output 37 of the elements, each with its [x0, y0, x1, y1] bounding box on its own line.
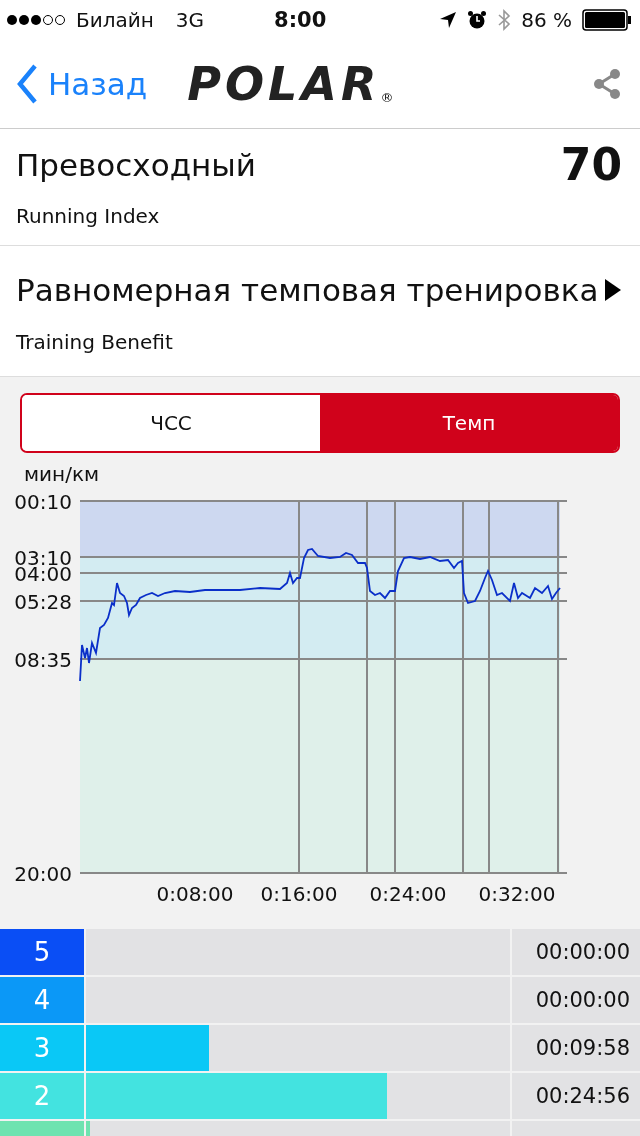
zone-time: 00:24:56 [512, 1073, 640, 1119]
bluetooth-icon [497, 9, 512, 31]
axis-unit: мин/км [24, 462, 100, 486]
chart-tab[interactable]: Темп [320, 395, 618, 451]
network-type: 3G [175, 8, 205, 32]
zone-time: 00:09:58 [512, 1025, 640, 1071]
back-button[interactable]: Назад [16, 64, 148, 104]
chart-tab[interactable]: ЧСС [22, 395, 320, 451]
running-index-title: Превосходный [16, 146, 256, 183]
zone-time: 00:00:00 [512, 929, 640, 975]
y-tick-label: 05:28 [14, 590, 72, 614]
zone-time: 00:00:00 [512, 977, 640, 1023]
y-tick-label: 20:00 [14, 862, 72, 886]
training-benefit-title: Равномерная темповая тренировка [16, 272, 599, 308]
y-tick-label: 00:10 [14, 490, 72, 514]
running-index-value: 70 [560, 139, 622, 190]
status-time: 8:00 [274, 8, 327, 32]
training-benefit-label: Training Benefit [16, 330, 174, 354]
y-tick-label: 08:35 [14, 648, 72, 672]
zone-number: 4 [0, 977, 84, 1023]
alarm-clock-icon [467, 10, 488, 30]
zone-number: 5 [0, 929, 84, 975]
battery-percent: 86 % [521, 8, 572, 32]
x-tick-label: 0:32:00 [478, 882, 556, 906]
x-tick-label: 0:16:00 [260, 882, 338, 906]
zone-number: 3 [0, 1025, 84, 1071]
running-index-label: Running Index [16, 204, 161, 228]
x-tick-label: 0:24:00 [369, 882, 447, 906]
location-arrow-icon [439, 11, 458, 29]
zone-number: 2 [0, 1073, 84, 1119]
brand-logo: POLAR [187, 57, 381, 111]
carrier-name: Билайн [76, 8, 154, 32]
battery-icon [582, 9, 632, 31]
x-tick-label: 0:08:00 [156, 882, 234, 906]
play-arrow-icon[interactable] [604, 278, 622, 302]
chevron-left-icon [16, 64, 38, 104]
registered-mark: ® [380, 90, 394, 105]
